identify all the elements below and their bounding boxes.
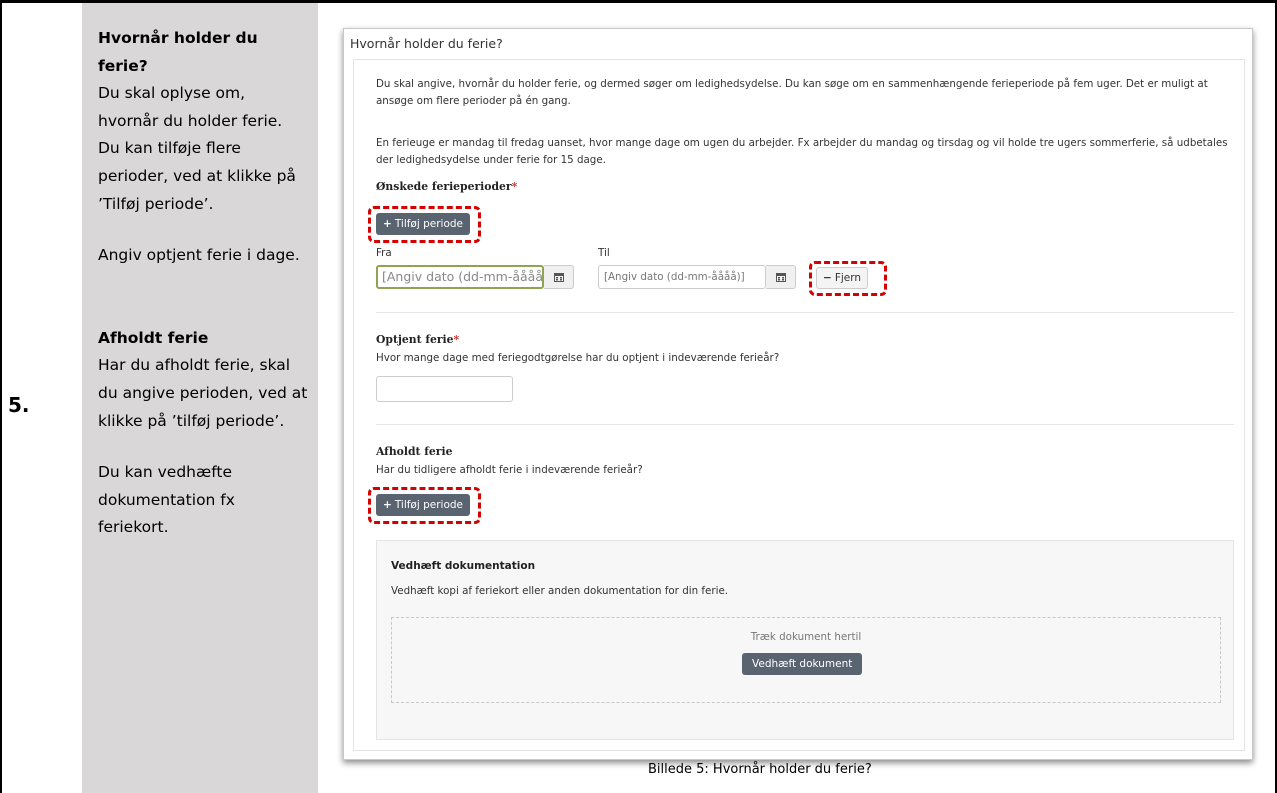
form-screenshot: Hvornår holder du ferie? Du skal angive,…: [343, 28, 1253, 760]
step-number: 5.: [8, 393, 30, 417]
figure-caption: Billede 5: Hvornår holder du ferie?: [648, 762, 872, 777]
intro-text-1: Du skal angive, hvornår du holder ferie,…: [376, 78, 1208, 107]
attach-document-button[interactable]: Vedhæft dokument: [742, 653, 863, 675]
taken-question: Har du tidligere afholdt ferie i indevær…: [376, 464, 643, 476]
plus-icon: +: [383, 218, 392, 230]
earned-label: Optjent ferie*: [376, 333, 460, 346]
calendar-icon: [776, 273, 786, 282]
drop-zone[interactable]: Træk dokument hertil Vedhæft dokument: [391, 617, 1221, 703]
to-calendar-button[interactable]: [766, 265, 796, 289]
from-date-input[interactable]: [Angiv dato (dd-mm-åååå)]: [376, 265, 544, 289]
remove-period-button[interactable]: − Fjern: [816, 267, 869, 289]
divider: [376, 312, 1234, 313]
calendar-icon: [554, 273, 564, 282]
sidebar-para-earned: Angiv optjent ferie i dage.: [98, 246, 300, 265]
from-label: Fra: [376, 247, 392, 259]
from-calendar-button[interactable]: [544, 265, 574, 289]
attach-heading: Vedhæft dokumentation: [391, 560, 536, 572]
taken-label: Afholdt ferie: [376, 445, 453, 458]
periods-label: Ønskede ferieperioder*: [376, 180, 518, 193]
attach-text: Vedhæft kopi af feriekort eller anden do…: [391, 585, 729, 597]
sidebar-heading-taken: Afholdt ferie: [98, 328, 209, 347]
add-taken-period-button[interactable]: + Tilføj periode: [376, 494, 471, 516]
to-date-input[interactable]: [Angiv dato (dd-mm-åååå)]: [598, 265, 766, 289]
sidebar-para-attach: Du kan vedhæfte dokumentation fx ferieko…: [98, 463, 235, 537]
instruction-column: Hvornår holder du ferie? Du skal oplyse …: [82, 3, 318, 793]
sidebar-para-periods: Du skal oplyse om, hvornår du holder fer…: [98, 84, 296, 213]
sidebar-para-taken: Har du afholdt ferie, skal du angive per…: [98, 356, 308, 430]
sidebar-heading-when: Hvornår holder du ferie?: [98, 29, 258, 75]
earned-question: Hvor mange dage med feriegodtgørelse har…: [376, 352, 780, 364]
intro-text-2: En ferieuge er mandag til fredag uanset,…: [376, 137, 1228, 166]
divider: [376, 424, 1234, 425]
form-panel: Du skal angive, hvornår du holder ferie,…: [353, 59, 1245, 751]
minus-icon: −: [823, 272, 832, 284]
attachment-section: Vedhæft dokumentation Vedhæft kopi af fe…: [376, 540, 1234, 740]
to-label: Til: [598, 247, 610, 259]
form-title: Hvornår holder du ferie?: [350, 36, 503, 51]
drop-text: Træk dokument hertil: [750, 631, 862, 643]
plus-icon: +: [383, 499, 392, 511]
add-period-button[interactable]: + Tilføj periode: [376, 213, 471, 235]
earned-days-input[interactable]: [376, 376, 513, 402]
